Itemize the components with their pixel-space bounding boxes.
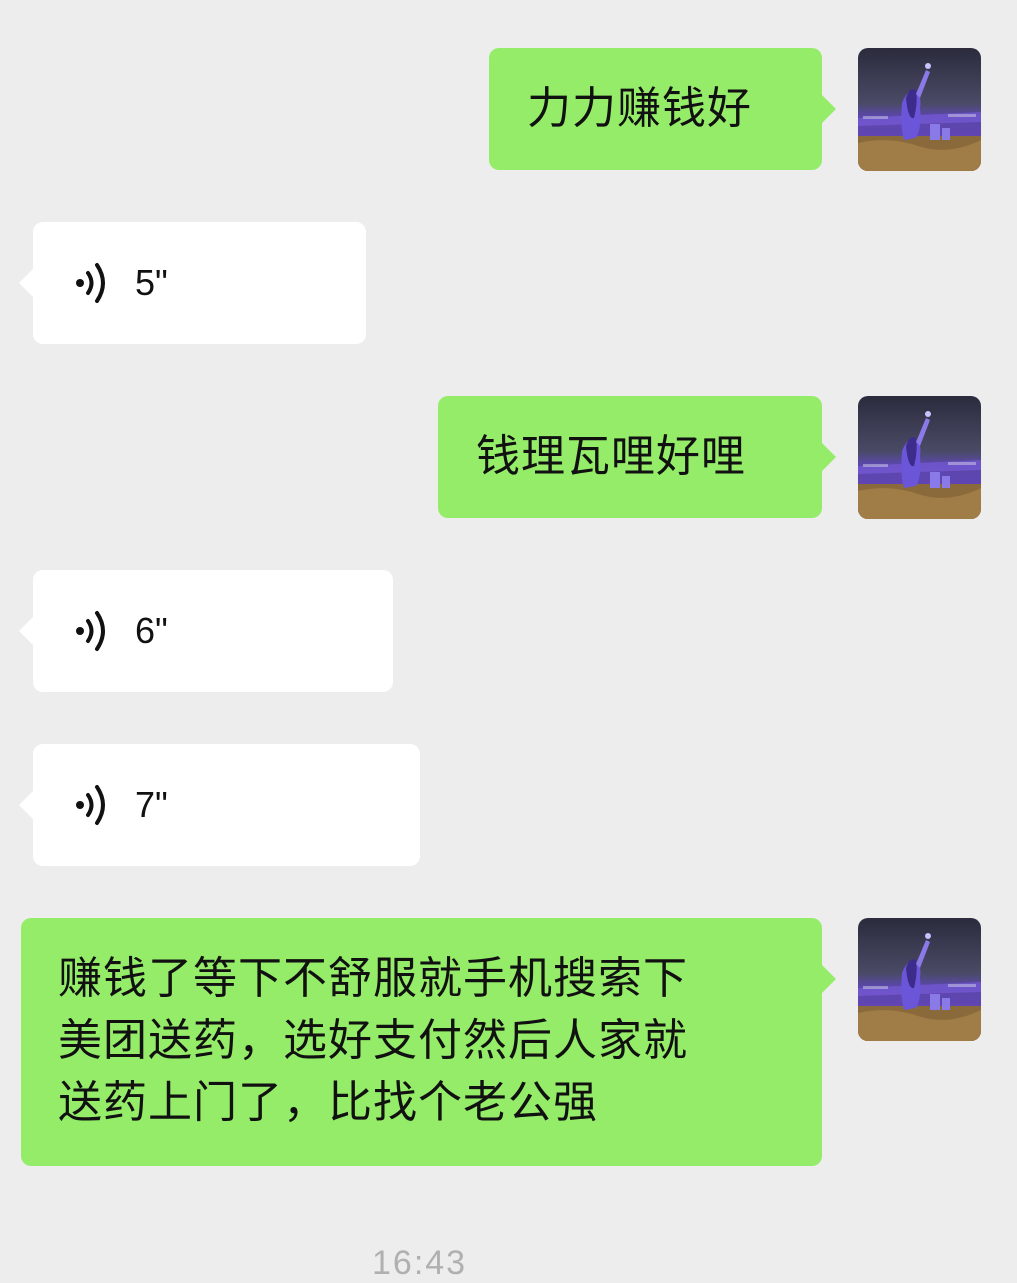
- voice-wave-icon: [73, 606, 113, 656]
- user-avatar[interactable]: [858, 48, 981, 171]
- voice-message-bubble[interactable]: 7": [19, 744, 420, 866]
- voice-wave-icon: [73, 258, 113, 308]
- message-bubble-sent[interactable]: 赚钱了等下不舒服就手机搜索下 美团送药，选好支付然后人家就 送药上门了，比找个老…: [21, 918, 836, 1166]
- voice-duration: 6": [135, 610, 168, 651]
- voice-duration: 5": [135, 262, 168, 303]
- message-text: 赚钱了等下不舒服就手机搜索下 美团送药，选好支付然后人家就 送药上门了，比找个老…: [58, 953, 688, 1128]
- voice-wave-icon: [73, 780, 113, 830]
- voice-duration: 7": [135, 784, 168, 825]
- message-bubble-sent[interactable]: 钱理瓦哩好哩: [438, 396, 836, 518]
- timestamp: 16:43: [372, 1244, 468, 1282]
- message-text: 钱理瓦哩好哩: [476, 431, 746, 482]
- voice-message-bubble[interactable]: 6": [19, 570, 393, 692]
- voice-message-bubble[interactable]: 5": [19, 222, 366, 344]
- user-avatar[interactable]: [858, 396, 981, 519]
- user-avatar[interactable]: [858, 918, 981, 1041]
- message-text: 力力赚钱好: [527, 83, 752, 134]
- message-bubble-sent[interactable]: 力力赚钱好: [489, 48, 836, 170]
